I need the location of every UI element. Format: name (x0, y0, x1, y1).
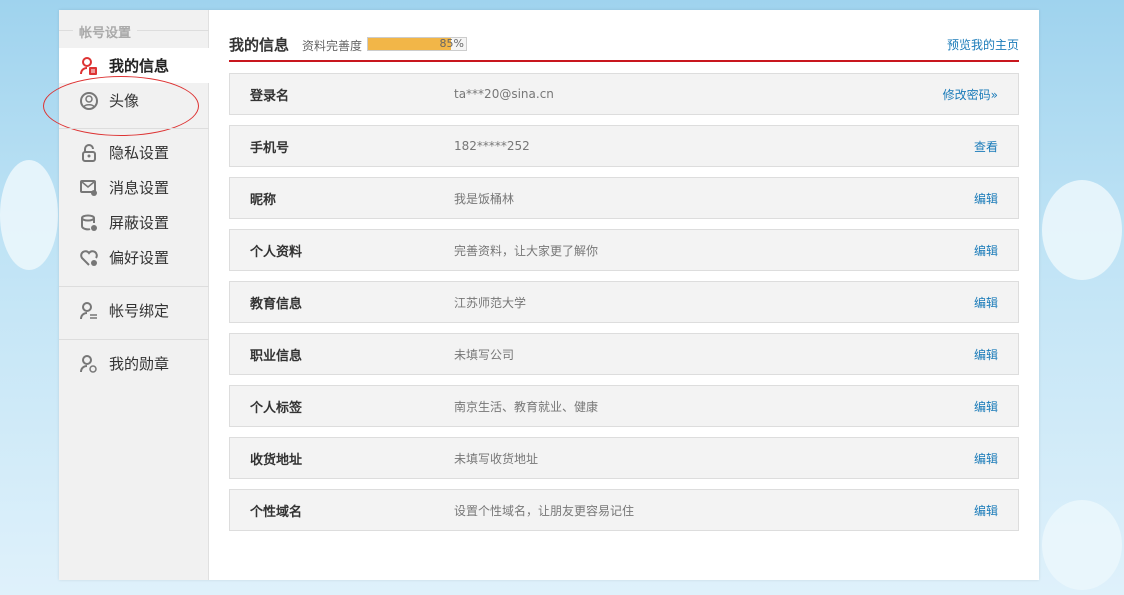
sidebar-item-label: 偏好设置 (109, 247, 169, 268)
row-value: 南京生活、教育就业、健康 (454, 398, 974, 415)
row-action-link[interactable]: 编辑 (974, 398, 1018, 415)
heart-gear-icon (79, 248, 99, 268)
sidebar-item-block[interactable]: 屏蔽设置 (59, 205, 209, 240)
info-row: 个人标签南京生活、教育就业、健康编辑 (229, 385, 1019, 427)
row-label: 个人资料 (230, 241, 454, 260)
row-value: 未填写公司 (454, 346, 974, 363)
info-row: 个性域名设置个性域名，让朋友更容易记住编辑 (229, 489, 1019, 531)
row-value: 完善资料，让大家更了解你 (454, 242, 974, 259)
info-row: 教育信息江苏师范大学编辑 (229, 281, 1019, 323)
user-bind-icon (79, 301, 99, 321)
row-action-link[interactable]: 编辑 (974, 242, 1018, 259)
sidebar-item-label: 隐私设置 (109, 142, 169, 163)
progress-text: 85% (440, 38, 464, 50)
divider (59, 128, 209, 129)
info-row: 手机号182*****252查看 (229, 125, 1019, 167)
row-value: ta***20@sina.cn (454, 87, 943, 101)
sidebar-item-message[interactable]: 消息设置 (59, 170, 209, 205)
info-row: 个人资料完善资料，让大家更了解你编辑 (229, 229, 1019, 271)
row-label: 职业信息 (230, 345, 454, 364)
row-action-link[interactable]: 修改密码» (943, 86, 1018, 103)
sidebar-item-account-bind[interactable]: 帐号绑定 (59, 293, 209, 328)
medal-icon (79, 354, 99, 374)
background-cloud (0, 160, 58, 270)
completeness-label: 资料完善度 (302, 37, 362, 54)
page-title: 我的信息 (229, 34, 289, 55)
lock-icon (79, 143, 99, 163)
row-value: 未填写收货地址 (454, 450, 974, 467)
row-label: 昵称 (230, 189, 454, 208)
message-gear-icon (79, 178, 99, 198)
row-label: 教育信息 (230, 293, 454, 312)
red-annotation-circle (43, 76, 199, 136)
preview-homepage-link[interactable]: 预览我的主页 (947, 36, 1019, 53)
section-title-text: 帐号设置 (73, 26, 137, 41)
sidebar: 帐号设置 我的信息 头像 隐私设置 消息设置 屏蔽设置 偏好设置 帐号绑定 我的… (59, 10, 209, 580)
row-action-link[interactable]: 编辑 (974, 294, 1018, 311)
settings-panel: 帐号设置 我的信息 头像 隐私设置 消息设置 屏蔽设置 偏好设置 帐号绑定 我的… (59, 10, 1039, 580)
block-gear-icon (79, 213, 99, 233)
row-value: 我是饭桶林 (454, 190, 974, 207)
sidebar-item-label: 我的勋章 (109, 353, 169, 374)
row-value: 182*****252 (454, 139, 974, 153)
sidebar-item-label: 消息设置 (109, 177, 169, 198)
sidebar-item-label: 屏蔽设置 (109, 212, 169, 233)
row-action-link[interactable]: 编辑 (974, 450, 1018, 467)
info-row: 职业信息未填写公司编辑 (229, 333, 1019, 375)
sidebar-section-title: 帐号设置 (59, 22, 209, 41)
info-row: 登录名ta***20@sina.cn修改密码» (229, 73, 1019, 115)
sidebar-item-label: 我的信息 (109, 55, 169, 76)
divider (59, 286, 209, 287)
divider (59, 339, 209, 340)
sidebar-item-preference[interactable]: 偏好设置 (59, 240, 209, 275)
row-label: 登录名 (230, 85, 454, 104)
background-cloud (1042, 500, 1122, 590)
sidebar-item-privacy[interactable]: 隐私设置 (59, 135, 209, 170)
row-action-link[interactable]: 编辑 (974, 190, 1018, 207)
sidebar-item-medal[interactable]: 我的勋章 (59, 346, 209, 381)
row-label: 个性域名 (230, 501, 454, 520)
sidebar-item-label: 帐号绑定 (109, 300, 169, 321)
user-info-icon (79, 56, 99, 76)
background-cloud (1042, 180, 1122, 280)
row-action-link[interactable]: 查看 (974, 138, 1018, 155)
row-label: 个人标签 (230, 397, 454, 416)
row-value: 江苏师范大学 (454, 294, 974, 311)
row-action-link[interactable]: 编辑 (974, 346, 1018, 363)
page-header: 我的信息 资料完善度 85% 预览我的主页 (229, 34, 1019, 62)
info-row: 收货地址未填写收货地址编辑 (229, 437, 1019, 479)
row-label: 手机号 (230, 137, 454, 156)
info-row: 昵称我是饭桶林编辑 (229, 177, 1019, 219)
row-label: 收货地址 (230, 449, 454, 468)
row-value: 设置个性域名，让朋友更容易记住 (454, 502, 974, 519)
completeness-progress-bar: 85% (367, 37, 467, 51)
row-action-link[interactable]: 编辑 (974, 502, 1018, 519)
